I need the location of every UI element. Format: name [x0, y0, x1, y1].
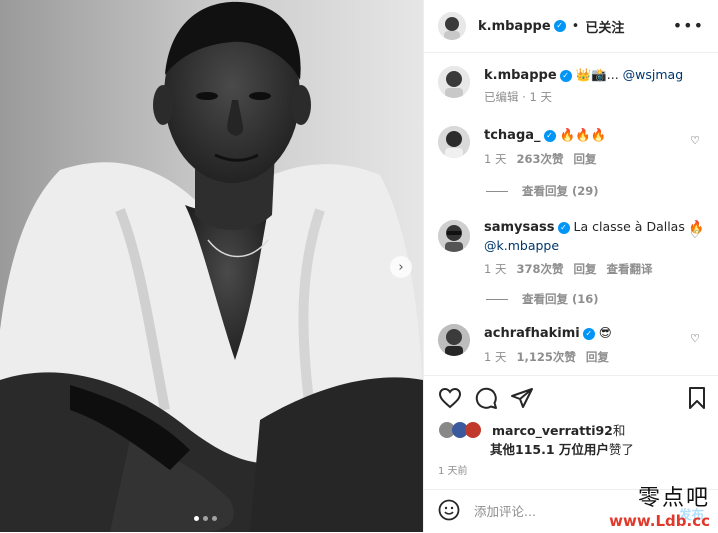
carousel-dot-2: [203, 516, 208, 521]
view-replies-button[interactable]: 查看回复 (29): [486, 183, 599, 199]
comment-body: achrafhakimi ✓ 😎 1 天 1,125次赞 回复: [484, 324, 708, 365]
comment-meta: 1 天 1,125次赞 回复: [484, 349, 708, 365]
comment-likes[interactable]: 263次赞: [516, 152, 563, 166]
carousel-indicator: [194, 516, 217, 521]
comment-bubble-icon[interactable]: [474, 386, 498, 414]
comment-time: 1 天: [484, 350, 507, 364]
comment-content: La classe à Dallas 🔥: [573, 219, 705, 234]
caption-body: k.mbappe ✓ 👑📸... @wsjmag 已编辑 · 1 天: [484, 66, 708, 105]
caption-mention-link[interactable]: @wsjmag: [623, 67, 683, 82]
comment-body: tchaga_ ✓ 🔥🔥🔥 1 天 263次赞 回复: [484, 126, 708, 167]
comment-time: 1 天: [484, 152, 507, 166]
save-bookmark-icon[interactable]: [686, 386, 708, 414]
author-avatar[interactable]: [438, 12, 466, 40]
reply-button[interactable]: 回复: [586, 350, 609, 364]
comment-like-heart-icon[interactable]: ♡: [690, 134, 700, 147]
verified-badge-icon: ✓: [557, 221, 570, 234]
comment-username[interactable]: samysass: [484, 220, 555, 235]
others-liked-link[interactable]: 其他115.1 万位用户: [490, 442, 609, 457]
translate-button[interactable]: 查看翻译: [607, 262, 653, 276]
comment-likes[interactable]: 1,125次赞: [516, 350, 575, 364]
caption-emoji-text: 👑📸...: [575, 67, 623, 82]
verified-badge-icon: ✓: [553, 20, 566, 32]
commenter-avatar[interactable]: [438, 220, 470, 252]
comment-text: tchaga_ ✓ 🔥🔥🔥: [484, 126, 708, 145]
carousel-dot-3: [212, 516, 217, 521]
post-timestamp: 1 天前: [438, 466, 468, 477]
emoji-picker-icon[interactable]: [438, 499, 460, 525]
comment-like-heart-icon[interactable]: ♡: [690, 332, 700, 345]
comment-username[interactable]: tchaga_: [484, 128, 541, 143]
comment-time: 1 天: [484, 262, 507, 276]
post-image[interactable]: ›: [0, 0, 423, 532]
likes-summary: marco_verratti92和 其他115.1 万位用户赞了: [438, 421, 708, 459]
carousel-next-button[interactable]: ›: [390, 256, 412, 278]
comment-text: achrafhakimi ✓ 😎: [484, 324, 708, 343]
comment-username[interactable]: achrafhakimi: [484, 326, 580, 341]
caption-time: 1 天: [529, 90, 552, 104]
caption-avatar[interactable]: [438, 66, 470, 98]
comment-row: tchaga_ ✓ 🔥🔥🔥 1 天 263次赞 回复 ♡: [438, 126, 708, 167]
first-liker-username[interactable]: marco_verratti92: [492, 423, 613, 438]
comment-input[interactable]: [472, 503, 626, 520]
replies-line: [486, 299, 508, 300]
comment-row: samysass ✓ La classe à Dallas 🔥 @k.mbappe…: [438, 218, 708, 277]
like-heart-icon[interactable]: [438, 386, 462, 414]
action-bar: [424, 375, 718, 420]
view-replies-button[interactable]: 查看回复 (16): [486, 291, 599, 307]
commenter-avatar[interactable]: [438, 324, 470, 356]
comment-content: 🔥🔥🔥: [559, 127, 607, 142]
separator-dot: •: [571, 18, 580, 34]
portrait-photo: [0, 0, 423, 532]
caption-username[interactable]: k.mbappe: [484, 68, 557, 83]
carousel-dot-1: [194, 516, 199, 521]
verified-badge-icon: ✓: [582, 327, 595, 340]
comments-list: k.mbappe ✓ 👑📸... @wsjmag 已编辑 · 1 天 tchaga…: [424, 52, 718, 375]
author-username[interactable]: k.mbappe: [478, 19, 551, 34]
reply-button[interactable]: 回复: [574, 262, 597, 276]
verified-badge-icon: ✓: [559, 69, 572, 82]
comment-mention-link[interactable]: @k.mbappe: [484, 238, 559, 253]
likes-and: 和: [612, 423, 626, 438]
view-replies-label: 查看回复 (29): [522, 184, 599, 198]
follow-status-button[interactable]: 已关注: [585, 17, 624, 36]
liker-avatars: [438, 421, 488, 439]
caption-text: k.mbappe ✓ 👑📸... @wsjmag: [484, 66, 708, 85]
comment-like-heart-icon[interactable]: ♡: [690, 228, 700, 241]
reply-button[interactable]: 回复: [574, 152, 597, 166]
verified-badge-icon: ✓: [543, 129, 556, 142]
comment-likes[interactable]: 378次赞: [516, 262, 563, 276]
caption-meta: 已编辑 · 1 天: [484, 90, 552, 104]
view-replies-label: 查看回复 (16): [522, 292, 599, 306]
comment-row: achrafhakimi ✓ 😎 1 天 1,125次赞 回复 ♡: [438, 324, 708, 365]
comment-body: samysass ✓ La classe à Dallas 🔥 @k.mbappe…: [484, 218, 708, 277]
comment-meta: 1 天 263次赞 回复: [484, 151, 708, 167]
watermark-url: www.Ldb.cc: [609, 512, 710, 530]
likes-tail: 赞了: [608, 442, 634, 457]
post-header: k.mbappe ✓ • 已关注 •••: [424, 0, 718, 53]
replies-line: [486, 191, 508, 192]
comment-content: 😎: [598, 325, 612, 340]
comment-text: samysass ✓ La classe à Dallas 🔥 @k.mbappe: [484, 218, 708, 255]
commenter-avatar[interactable]: [438, 126, 470, 158]
watermark-cn: 零点吧: [637, 486, 710, 511]
more-options-icon[interactable]: •••: [673, 16, 704, 35]
caption-row: k.mbappe ✓ 👑📸... @wsjmag 已编辑 · 1 天: [438, 66, 708, 105]
site-watermark: 零点吧 www.Ldb.cc: [609, 480, 710, 530]
post-sidebar: k.mbappe ✓ • 已关注 ••• k.mbappe ✓ 👑📸... @ws…: [423, 0, 718, 532]
comment-meta: 1 天 378次赞 回复 查看翻译: [484, 261, 708, 277]
edited-label: 已编辑: [484, 90, 519, 104]
share-send-icon[interactable]: [510, 386, 534, 414]
